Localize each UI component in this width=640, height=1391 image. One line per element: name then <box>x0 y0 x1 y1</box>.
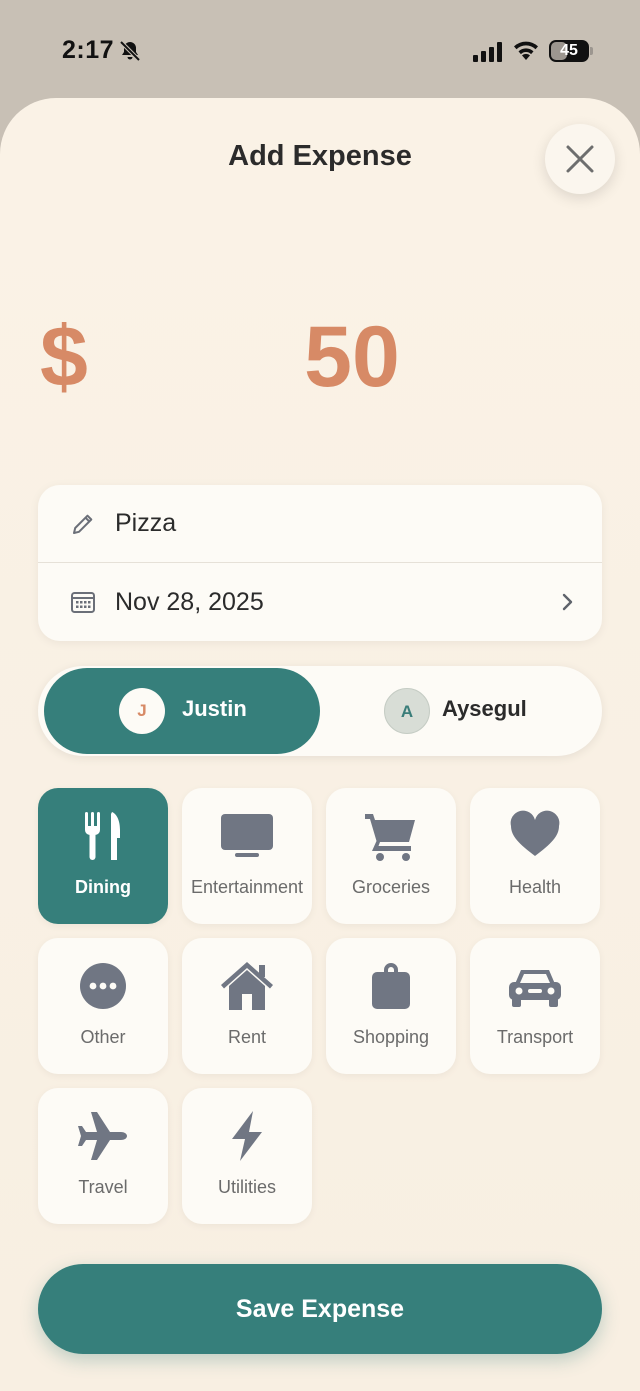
category-other[interactable]: Other <box>38 938 168 1074</box>
amount-input[interactable]: 50 <box>0 308 640 407</box>
payer-name: Aysegul <box>442 696 527 721</box>
category-label: Entertainment <box>190 877 304 897</box>
category-label: Health <box>508 877 562 897</box>
payer-name: Justin <box>182 696 247 721</box>
category-label: Travel <box>78 1177 128 1197</box>
category-health[interactable]: Health <box>470 788 600 924</box>
category-label: Dining <box>75 877 131 897</box>
category-label: Utilities <box>217 1177 276 1197</box>
airplane-icon <box>78 1112 127 1160</box>
category-entertainment[interactable]: Entertainment <box>182 788 312 924</box>
avatar: A <box>384 688 430 734</box>
close-button[interactable] <box>545 124 615 194</box>
wifi-icon <box>514 41 538 60</box>
date-field[interactable]: Nov 28, 2025 <box>38 563 602 641</box>
bolt-icon <box>232 1111 262 1161</box>
house-icon <box>221 962 273 1010</box>
sheet-title: Add Expense <box>228 140 412 172</box>
cart-icon <box>365 814 415 861</box>
category-rent[interactable]: Rent <box>182 938 312 1074</box>
tv-icon <box>221 814 273 857</box>
add-expense-sheet: Add Expense $ 50 Pizza Nov 28, 2025 J Ju… <box>0 98 640 1391</box>
bell-slash-icon <box>119 40 141 62</box>
close-icon <box>566 145 594 173</box>
battery-icon: 45 <box>549 40 593 62</box>
category-label: Transport <box>496 1027 574 1047</box>
battery-percent: 45 <box>560 42 578 59</box>
fork-knife-icon <box>85 812 120 860</box>
chevron-right-icon <box>562 593 573 611</box>
date-value: Nov 28, 2025 <box>115 587 264 616</box>
heart-icon <box>510 810 560 856</box>
save-expense-button[interactable]: Save Expense <box>38 1264 602 1354</box>
payer-option-justin[interactable]: J Justin <box>44 668 320 754</box>
avatar: J <box>119 688 165 734</box>
car-icon <box>509 970 561 1007</box>
category-label: Other <box>80 1027 126 1047</box>
category-shopping[interactable]: Shopping <box>326 938 456 1074</box>
payer-option-aysegul[interactable]: A Aysegul <box>322 668 596 754</box>
category-dining[interactable]: Dining <box>38 788 168 924</box>
calendar-icon <box>71 592 95 613</box>
category-label: Shopping <box>352 1027 430 1047</box>
description-field[interactable]: Pizza <box>38 485 602 563</box>
details-card: Pizza Nov 28, 2025 <box>38 485 602 641</box>
category-groceries[interactable]: Groceries <box>326 788 456 924</box>
category-transport[interactable]: Transport <box>470 938 600 1074</box>
signal-icon <box>473 42 502 62</box>
status-bar: 2:17 45 <box>0 0 640 100</box>
status-time: 2:17 <box>62 36 115 64</box>
payer-toggle: J Justin A Aysegul <box>38 666 602 756</box>
description-value: Pizza <box>115 509 177 537</box>
bag-icon <box>372 963 410 1009</box>
category-label: Rent <box>227 1027 267 1047</box>
ellipsis-icon <box>80 963 126 1009</box>
category-utilities[interactable]: Utilities <box>182 1088 312 1224</box>
category-label: Groceries <box>351 877 431 897</box>
category-travel[interactable]: Travel <box>38 1088 168 1224</box>
pencil-icon <box>73 514 93 534</box>
